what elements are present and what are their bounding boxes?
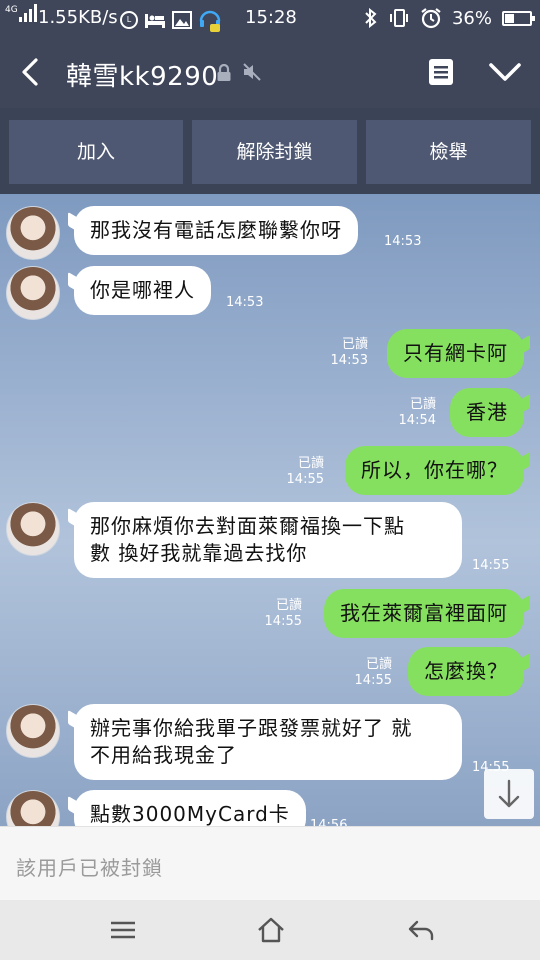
message-text: 只有網卡阿 (403, 341, 508, 365)
clock: 15:28 (245, 7, 297, 28)
system-icons: 36% (364, 7, 535, 29)
message-time: 14:55 (472, 558, 510, 573)
read-receipt: 已讀 (365, 657, 392, 672)
vibrate-icon (389, 9, 408, 27)
chat-title: 韓雪kk9290 (66, 62, 219, 92)
message-time: 14:54 (398, 413, 436, 428)
message-text: 數 換好我就靠過去找你 (90, 541, 308, 565)
message-time: 14:53 (226, 295, 264, 310)
message-meta: 14:53 (226, 295, 263, 311)
message-bubble-outgoing[interactable]: 香港 (450, 388, 524, 437)
message-text: 我在萊爾富裡面阿 (340, 601, 508, 625)
back-button[interactable] (16, 54, 46, 90)
read-receipt: 已讀 (297, 456, 324, 471)
menu-icon[interactable] (108, 916, 138, 944)
avatar[interactable] (6, 790, 60, 826)
message-text: 辦完事你給我單子跟發票就好了 就 (90, 716, 413, 740)
mute-icon (243, 63, 261, 81)
message-text: 所以，你在哪？ (361, 458, 508, 482)
line-icon: L (120, 11, 138, 29)
join-button[interactable]: 加入 (9, 120, 183, 184)
message-meta: 已讀 14:53 (331, 337, 368, 369)
home-icon[interactable] (256, 916, 286, 944)
message-bubble-incoming[interactable]: 辦完事你給我單子跟發票就好了 就 不用給我現金了 (74, 704, 462, 780)
network-speed: 1.55KB/s (38, 7, 118, 28)
message-meta: 已讀 14:54 (399, 397, 436, 429)
network-type: 4G (5, 5, 18, 15)
bed-icon (145, 14, 165, 28)
message-bubble-incoming[interactable]: 點數3000MyCard卡 (74, 790, 306, 826)
message-meta: 已讀 14:55 (265, 598, 302, 630)
battery-icon (502, 10, 535, 26)
message-text: 香港 (466, 400, 508, 424)
status-bar: 4G 1.55KB/s L 15:28 36% (0, 0, 540, 36)
action-bar: 加入 解除封鎖 檢舉 (0, 108, 540, 194)
message-time: 14:55 (264, 614, 302, 629)
message-text: 你是哪裡人 (90, 278, 195, 302)
message-text: 點數3000MyCard卡 (90, 802, 290, 826)
notification-icons: L (120, 7, 222, 33)
message-bubble-outgoing[interactable]: 怎麼換？ (408, 647, 524, 696)
message-text: 不用給我現金了 (90, 743, 237, 767)
message-time: 14:56 (310, 818, 348, 826)
blocked-notice-text: 該用戶已被封鎖 (16, 856, 163, 880)
message-meta: 已讀 14:55 (355, 657, 392, 689)
bluetooth-icon (365, 8, 377, 28)
avatar[interactable] (6, 502, 60, 556)
message-bubble-incoming[interactable]: 那你麻煩你去對面萊爾福換一下點 數 換好我就靠過去找你 (74, 502, 462, 578)
headset-icon (199, 10, 221, 32)
message-meta: 已讀 14:55 (287, 456, 324, 488)
signal-icon (18, 4, 37, 22)
message-time: 14:53 (330, 353, 368, 368)
message-bubble-outgoing[interactable]: 我在萊爾富裡面阿 (324, 589, 524, 638)
message-text: 怎麼換？ (424, 659, 508, 683)
read-receipt: 已讀 (275, 598, 302, 613)
notes-icon[interactable] (428, 58, 454, 86)
message-meta: 14:56 (310, 818, 347, 826)
chat-header: 韓雪kk9290 (0, 36, 540, 108)
message-meta: 14:53 (384, 234, 421, 250)
message-bubble-incoming[interactable]: 那我沒有電話怎麼聯繫你呀 (74, 206, 358, 255)
message-meta: 14:55 (472, 558, 509, 574)
read-receipt: 已讀 (409, 397, 436, 412)
blocked-notice-bar: 該用戶已被封鎖 (0, 826, 540, 900)
back-icon[interactable] (406, 916, 436, 944)
unblock-button[interactable]: 解除封鎖 (192, 120, 357, 184)
read-receipt: 已讀 (341, 337, 368, 352)
message-time: 14:55 (286, 472, 324, 487)
scroll-down-button[interactable] (484, 769, 534, 819)
message-time: 14:55 (354, 673, 392, 688)
alarm-icon (421, 8, 441, 29)
message-text: 那我沒有電話怎麼聯繫你呀 (90, 218, 342, 242)
image-icon (172, 11, 192, 29)
message-time: 14:53 (384, 234, 422, 249)
message-bubble-incoming[interactable]: 你是哪裡人 (74, 266, 211, 315)
report-button[interactable]: 檢舉 (366, 120, 531, 184)
message-text: 那你麻煩你去對面萊爾福換一下點 (90, 514, 405, 538)
avatar[interactable] (6, 266, 60, 320)
lock-icon (217, 64, 231, 81)
avatar[interactable] (6, 704, 60, 758)
chevron-down-icon[interactable] (488, 60, 522, 84)
chat-area[interactable]: 那我沒有電話怎麼聯繫你呀 14:53 你是哪裡人 14:53 已讀 14:53 … (0, 194, 540, 826)
message-bubble-outgoing[interactable]: 所以，你在哪？ (345, 446, 524, 495)
message-bubble-outgoing[interactable]: 只有網卡阿 (387, 329, 524, 378)
avatar[interactable] (6, 206, 60, 260)
navigation-bar (0, 900, 540, 960)
battery-percentage: 36% (451, 7, 492, 29)
